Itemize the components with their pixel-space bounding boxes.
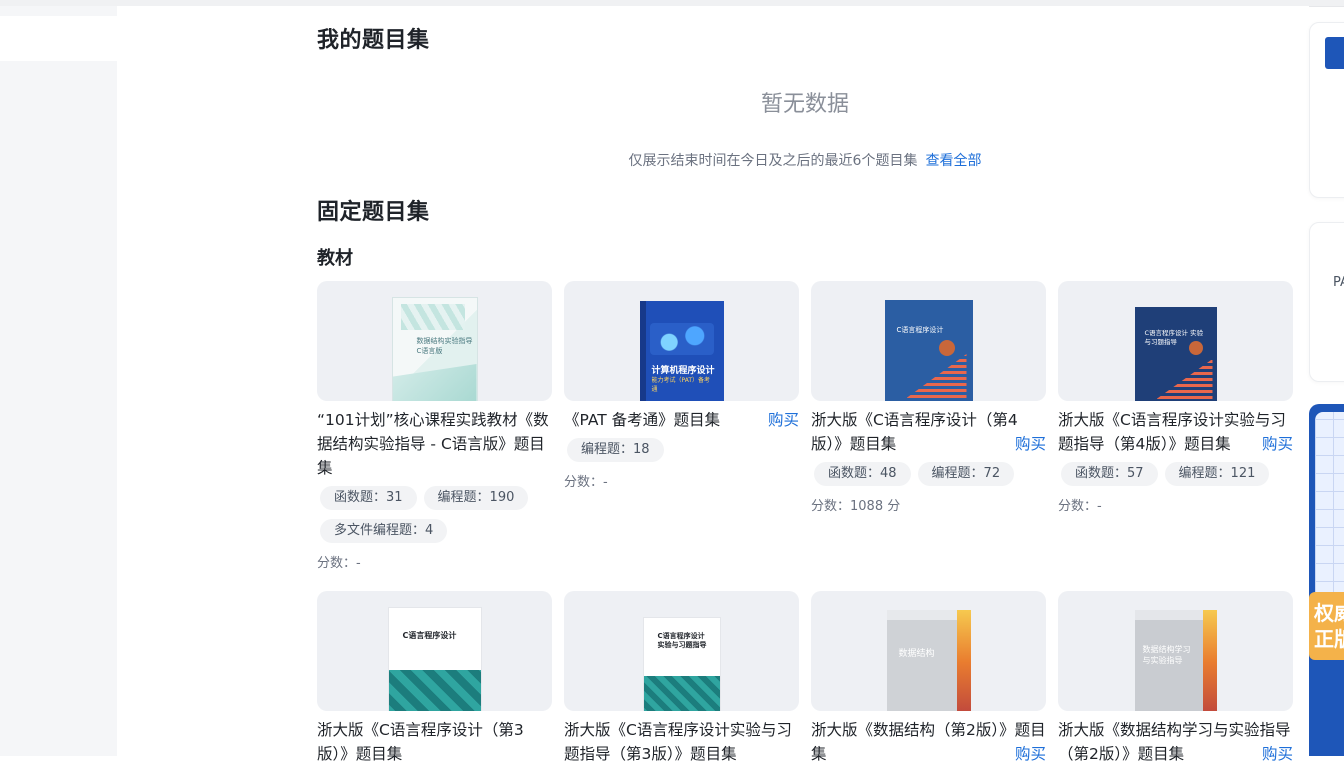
tag: 编程题：18 xyxy=(567,438,664,462)
buy-link[interactable]: 购买 xyxy=(1262,432,1293,456)
tag: 编程题：121 xyxy=(1164,462,1270,486)
book-cover: C语言程序设计 xyxy=(811,281,1046,401)
score-text: 分数：- xyxy=(564,475,608,490)
empty-state-text: 暂无数据 xyxy=(760,92,849,117)
problem-set-card[interactable]: 计算机程序设计 能力考试（PAT）备考通 《PAT 备考通》题目集 购买 编程题：1… xyxy=(564,281,799,490)
card-title: 浙大版《C语言程序设计实验与习题指导（第3版）》题目集 xyxy=(564,721,792,763)
my-sets-title: 我的题目集 xyxy=(317,28,430,53)
book-cover: 计算机程序设计 能力考试（PAT）备考通 xyxy=(564,281,799,401)
problem-set-card[interactable]: 数据结构实验指导 C语言版 “101计划”核心课程实践教材《数据结构实验指导 -… xyxy=(317,281,552,571)
book-cover-image: 数据结构 xyxy=(886,610,971,711)
tag-list: 编程题：18 xyxy=(564,438,799,471)
sidebar-selected-item[interactable] xyxy=(0,16,117,61)
right-panel-card-2 xyxy=(1309,222,1344,382)
problem-set-card[interactable]: C语言程序设计 浙大版《C语言程序设计（第4版）》题目集 购买 函数题：48 编程题… xyxy=(811,281,1046,514)
right-panel-button[interactable] xyxy=(1325,37,1344,69)
tag: 编程题：190 xyxy=(423,486,529,510)
problem-set-card[interactable]: C语言程序设计 实验与习题指导 浙大版《C语言程序设计实验与习题指导（第4版）》… xyxy=(1058,281,1293,514)
buy-link[interactable]: 购买 xyxy=(1015,432,1046,456)
book-cover: 数据结构学习 与实验指导 xyxy=(1058,591,1293,711)
fixed-sets-title: 固定题目集 xyxy=(317,200,430,225)
problem-set-card[interactable]: 数据结构 浙大版《数据结构（第2版）》题目集 购买 xyxy=(811,591,1046,766)
buy-link[interactable]: 购买 xyxy=(1015,742,1046,766)
tag-list: 函数题：31 编程题：190 多文件编程题：4 xyxy=(317,486,552,552)
buy-link[interactable]: 购买 xyxy=(1262,742,1293,766)
card-title: “101计划”核心课程实践教材《数据结构实验指导 - C语言版》题目集 xyxy=(317,411,549,477)
score-text: 分数：- xyxy=(317,556,361,571)
promo-badge: 权威 正版 xyxy=(1309,592,1344,660)
my-sets-hint: 仅展示结束时间在今日及之后的最近6个题目集 查看全部 xyxy=(317,150,1293,170)
card-title: 浙大版《数据结构（第2版）》题目集 购买 xyxy=(811,718,1046,766)
tag: 编程题：72 xyxy=(917,462,1015,486)
book-cover: C语言程序设计 xyxy=(317,591,552,711)
buy-link[interactable]: 购买 xyxy=(768,408,799,432)
book-cover-image: C语言程序设计 xyxy=(387,607,482,711)
problem-set-card[interactable]: C语言程序设计 实验与习题指导 浙大版《C语言程序设计实验与习题指导（第3版）》… xyxy=(564,591,799,766)
view-all-link[interactable]: 查看全部 xyxy=(925,153,981,169)
book-cover: C语言程序设计 实验与习题指导 xyxy=(1058,281,1293,401)
left-sidebar xyxy=(0,6,117,756)
card-title: 浙大版《C语言程序设计（第4版）》题目集 购买 xyxy=(811,408,1046,456)
category-title: 教材 xyxy=(317,248,353,269)
book-cover: C语言程序设计 实验与习题指导 xyxy=(564,591,799,711)
score-text: 分数：- xyxy=(1058,499,1102,514)
card-title: 浙大版《数据结构学习与实验指导（第2版）》题目集 购买 xyxy=(1058,718,1293,766)
right-panel-label: PA xyxy=(1333,275,1344,290)
book-cover-image: C语言程序设计 xyxy=(884,300,973,401)
hint-text: 仅展示结束时间在今日及之后的最近6个题目集 xyxy=(628,153,918,169)
book-cover: 数据结构 xyxy=(811,591,1046,711)
tag-list: 函数题：57 编程题：121 xyxy=(1058,462,1293,495)
tag-list: 函数题：48 编程题：72 xyxy=(811,462,1046,495)
book-cover-image: 数据结构学习 与实验指导 xyxy=(1134,610,1217,711)
tag: 函数题：57 xyxy=(1061,462,1158,486)
tag: 函数题：48 xyxy=(814,462,911,486)
book-cover-image: C语言程序设计 实验与习题指导 xyxy=(642,617,721,711)
problem-set-card[interactable]: C语言程序设计 浙大版《C语言程序设计（第3版）》题目集 xyxy=(317,591,552,766)
problem-set-card[interactable]: 数据结构学习 与实验指导 浙大版《数据结构学习与实验指导（第2版）》题目集 购买 xyxy=(1058,591,1293,766)
tag: 多文件编程题：4 xyxy=(320,519,448,543)
book-cover: 数据结构实验指导 C语言版 xyxy=(317,281,552,401)
book-cover-image: 计算机程序设计 能力考试（PAT）备考通 xyxy=(639,301,724,401)
card-title: 浙大版《C语言程序设计（第3版）》题目集 xyxy=(317,721,524,763)
card-title: 浙大版《C语言程序设计实验与习题指导（第4版）》题目集 购买 xyxy=(1058,408,1293,456)
tag: 函数题：31 xyxy=(320,486,417,510)
book-cover-image: 数据结构实验指导 C语言版 xyxy=(391,297,478,401)
score-text: 分数：1088 分 xyxy=(811,499,901,514)
book-cover-image: C语言程序设计 实验与习题指导 xyxy=(1134,307,1217,401)
card-title: 《PAT 备考通》题目集 购买 xyxy=(564,408,799,432)
promo-banner[interactable]: 权威 正版 xyxy=(1309,404,1344,756)
